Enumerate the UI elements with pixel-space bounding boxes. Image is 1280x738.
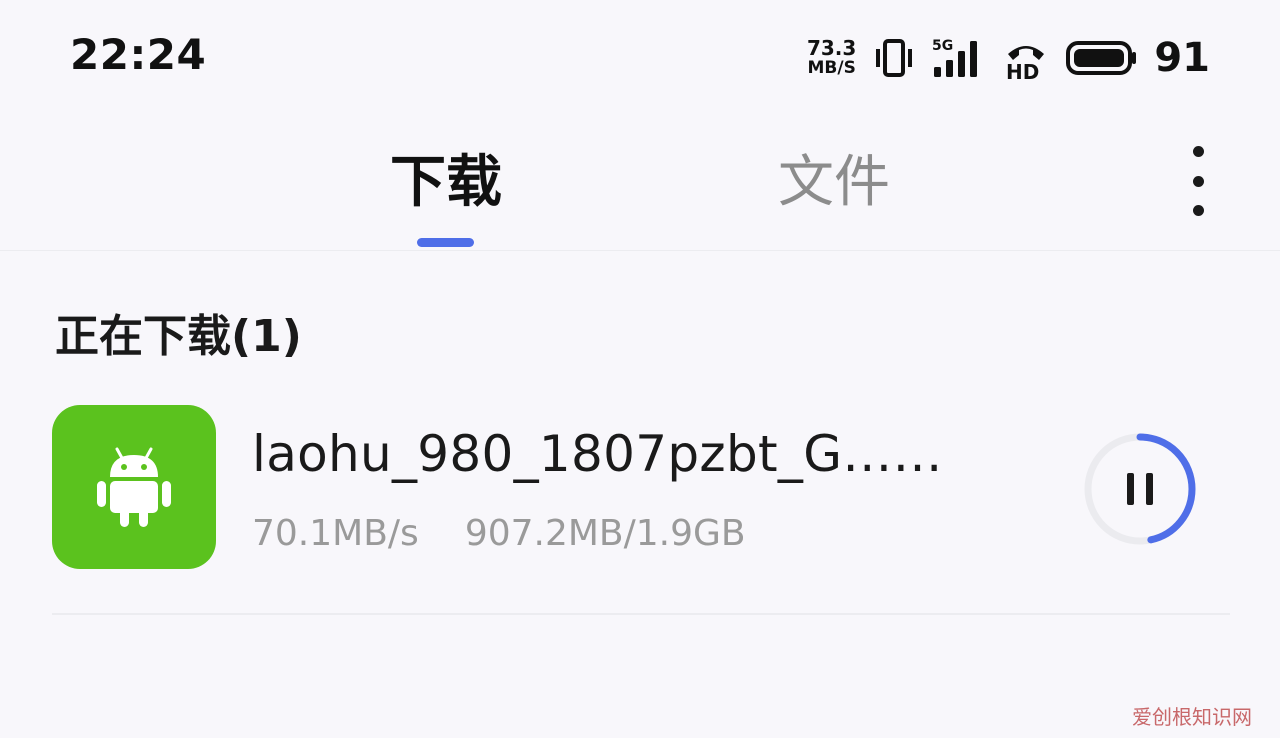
- more-vertical-icon: [1192, 146, 1204, 157]
- status-icons: 73.3 MB/S 5G HD 91: [807, 34, 1210, 82]
- app-icon: [52, 405, 216, 569]
- pause-button[interactable]: [1080, 429, 1200, 549]
- signal-icon: 5G: [932, 38, 978, 77]
- download-meta: 70.1MB/s 907.2MB/1.9GB: [252, 513, 746, 554]
- network-speed-unit: MB/S: [807, 58, 856, 78]
- section-title-downloading: 正在下载(1): [55, 311, 302, 362]
- download-list-item[interactable]: laohu_980_1807pzbt_G…… 70.1MB/s 907.2MB/1…: [52, 405, 1230, 615]
- battery-icon: [1066, 41, 1137, 75]
- volte-icon: HD: [1006, 46, 1045, 80]
- status-bar: 22:24 73.3 MB/S 5G HD 91: [0, 0, 1280, 110]
- pause-icon: [1127, 473, 1153, 505]
- active-tab-indicator: [417, 238, 474, 247]
- more-options-button[interactable]: [1176, 146, 1220, 216]
- hd-label: HD: [1006, 60, 1039, 80]
- vibrate-icon: [876, 39, 913, 77]
- download-size-progress: 907.2MB/1.9GB: [464, 513, 746, 554]
- watermark: 爱创根知识网: [1132, 705, 1252, 729]
- android-icon: [97, 447, 171, 527]
- status-time: 22:24: [70, 30, 207, 79]
- network-speed: 73.3 MB/S: [807, 38, 856, 78]
- download-progress-ring: [1084, 433, 1196, 545]
- signal-label: 5G: [932, 38, 953, 54]
- download-speed: 70.1MB/s: [252, 513, 419, 554]
- tab-bar: 下载 文件: [0, 110, 1280, 251]
- download-file-name: laohu_980_1807pzbt_G……: [252, 425, 943, 483]
- battery-level: 91: [1154, 35, 1210, 81]
- network-speed-value: 73.3: [806, 36, 857, 60]
- tab-download[interactable]: 下载: [390, 148, 502, 218]
- tab-files[interactable]: 文件: [778, 148, 890, 218]
